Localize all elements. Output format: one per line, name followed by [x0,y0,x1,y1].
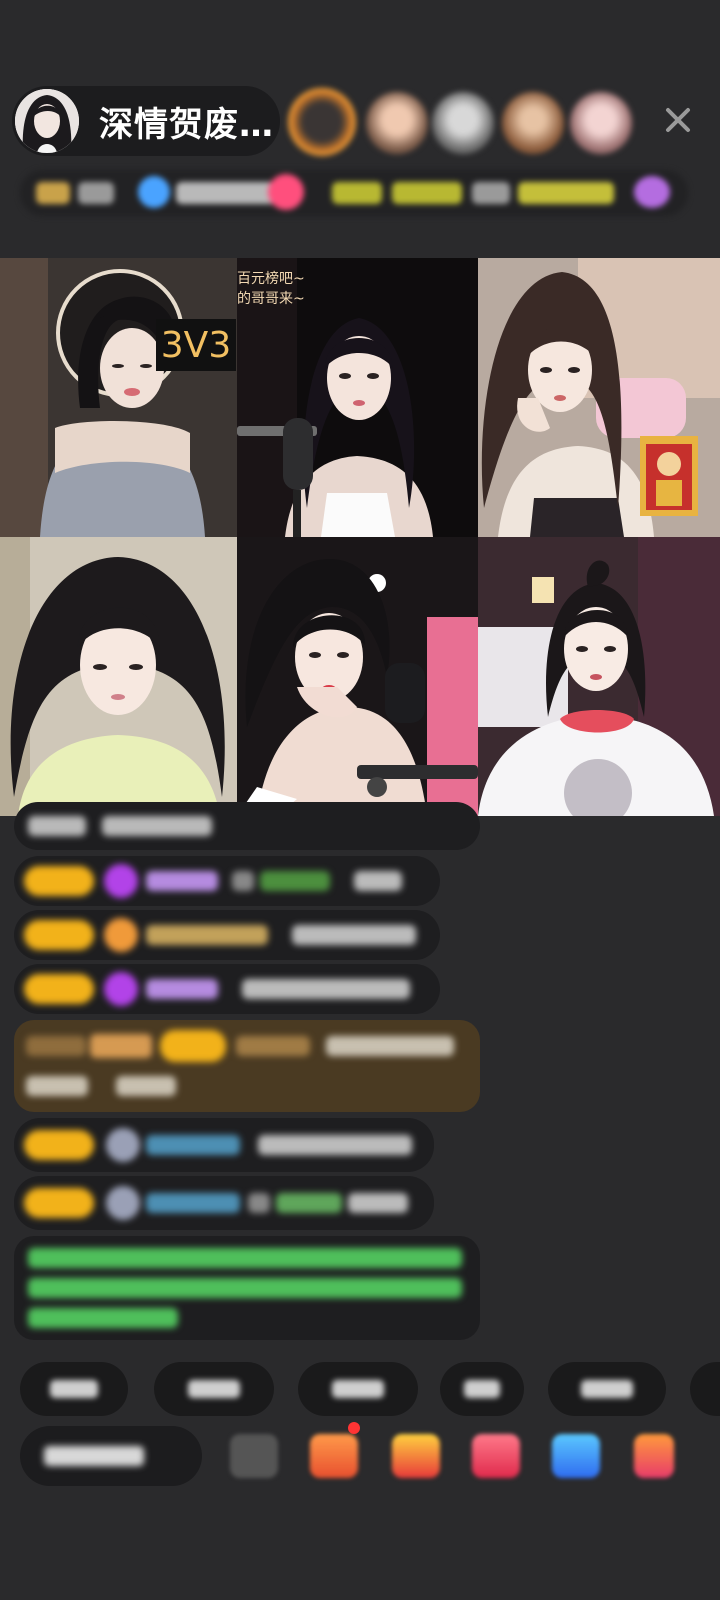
video-cell[interactable] [237,537,478,816]
quick-reply-chip[interactable] [154,1362,274,1416]
host-name: 深情贺废… [99,104,274,145]
host-avatar[interactable] [15,89,79,153]
viewer-avatar[interactable] [570,92,632,154]
video-grid[interactable]: 百元榜吧~ 的哥哥来~ [0,258,720,816]
share-icon[interactable] [552,1434,600,1478]
chat-message-highlight[interactable] [14,1020,480,1112]
gift-icon[interactable] [392,1434,440,1478]
chat-message[interactable] [14,856,440,906]
emoji-icon[interactable] [230,1434,278,1478]
more-icon[interactable] [634,1434,674,1478]
video-cell[interactable] [0,537,237,816]
quick-reply-chip[interactable] [548,1362,666,1416]
video-cell[interactable]: 百元榜吧~ 的哥哥来~ [237,258,478,537]
stream-overlay-text: 的哥哥来~ [237,291,305,307]
viewer-avatar[interactable] [432,92,494,154]
chat-notice [14,1236,480,1340]
video-cell[interactable] [0,258,237,537]
video-cell[interactable] [478,258,720,537]
close-icon [666,108,690,132]
chat-input[interactable] [20,1426,202,1486]
viewer-avatar[interactable] [288,88,356,156]
chat-message[interactable] [14,1118,434,1172]
live-info-bar[interactable] [20,170,688,216]
pk-icon[interactable] [472,1434,520,1478]
gift-box-icon[interactable] [310,1434,358,1478]
quick-reply-chip[interactable] [298,1362,418,1416]
viewer-avatar[interactable] [366,92,428,154]
chat-message[interactable] [14,964,440,1014]
notification-dot [348,1422,360,1434]
stream-overlay-text: 百元榜吧~ [237,271,305,287]
quick-reply-chip[interactable] [440,1362,524,1416]
quick-reply-chip[interactable] [690,1362,720,1416]
battle-mode-badge: 3V3 [156,319,236,371]
close-button[interactable] [658,100,698,140]
host-info[interactable]: 深情贺废… [12,86,280,156]
chat-message[interactable] [14,802,480,850]
chat-message[interactable] [14,910,440,960]
quick-reply-chip[interactable] [20,1362,128,1416]
video-cell[interactable] [478,537,720,816]
viewer-avatar[interactable] [502,92,564,154]
chat-message[interactable] [14,1176,434,1230]
